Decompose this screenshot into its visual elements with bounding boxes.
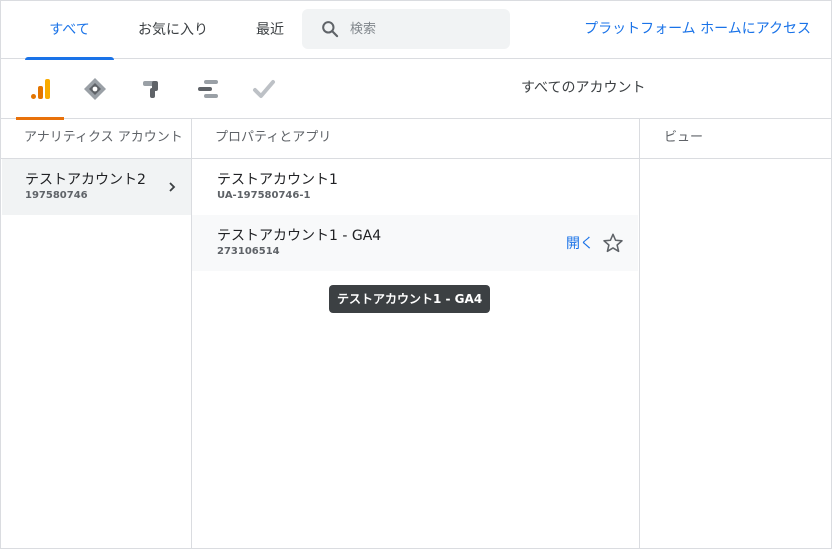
property-name: テストアカウント1 [217,172,338,188]
column-header-properties: プロパティとアプリ [191,119,639,159]
product-surveys[interactable] [184,59,232,119]
tab-recent[interactable]: 最近 [241,1,299,59]
tag-manager-icon [84,78,106,100]
top-nav: すべて お気に入り 最近 プラットフォーム ホームにアクセス [1,1,832,60]
product-data-studio[interactable] [240,59,288,119]
open-link[interactable]: 開く [566,233,594,253]
product-optimize[interactable] [128,59,176,119]
search-icon [322,21,339,38]
search-box[interactable] [302,9,510,49]
platform-home-link[interactable]: プラットフォーム ホームにアクセス [584,1,811,59]
account-name: テストアカウント2 [25,172,146,188]
optimize-icon [143,81,158,98]
checkmark-icon [253,80,275,98]
property-item[interactable]: テストアカウント1 - GA4 273106514 開く [192,215,638,271]
surveys-icon [198,80,218,98]
property-item[interactable]: テストアカウント1 UA-197580746-1 [192,159,638,215]
tab-all[interactable]: すべて [25,1,114,60]
property-id: UA-197580746-1 [217,190,311,201]
column-header-views: ビュー [639,119,832,159]
account-picker-dialog: すべて お気に入り 最近 プラットフォーム ホームにアクセス [0,0,832,549]
column-header-accounts: アナリティクス アカウント [1,119,191,159]
column-divider [639,159,640,548]
analytics-icon [31,79,50,99]
search-input[interactable] [350,9,500,49]
tab-favorites[interactable]: お気に入り [125,1,221,59]
chevron-right-icon [169,182,176,192]
property-id: 273106514 [217,246,280,257]
account-item[interactable]: テストアカウント2 197580746 [2,159,191,215]
product-bar: すべてのアカウント [1,59,832,120]
property-name: テストアカウント1 - GA4 [217,228,382,244]
scope-title: すべてのアカウント [521,80,646,96]
product-analytics[interactable] [16,59,64,120]
tooltip: テストアカウント1 - GA4 [329,285,491,313]
star-icon[interactable] [602,232,624,254]
account-id: 197580746 [25,190,88,201]
product-tag-manager[interactable] [71,59,119,119]
